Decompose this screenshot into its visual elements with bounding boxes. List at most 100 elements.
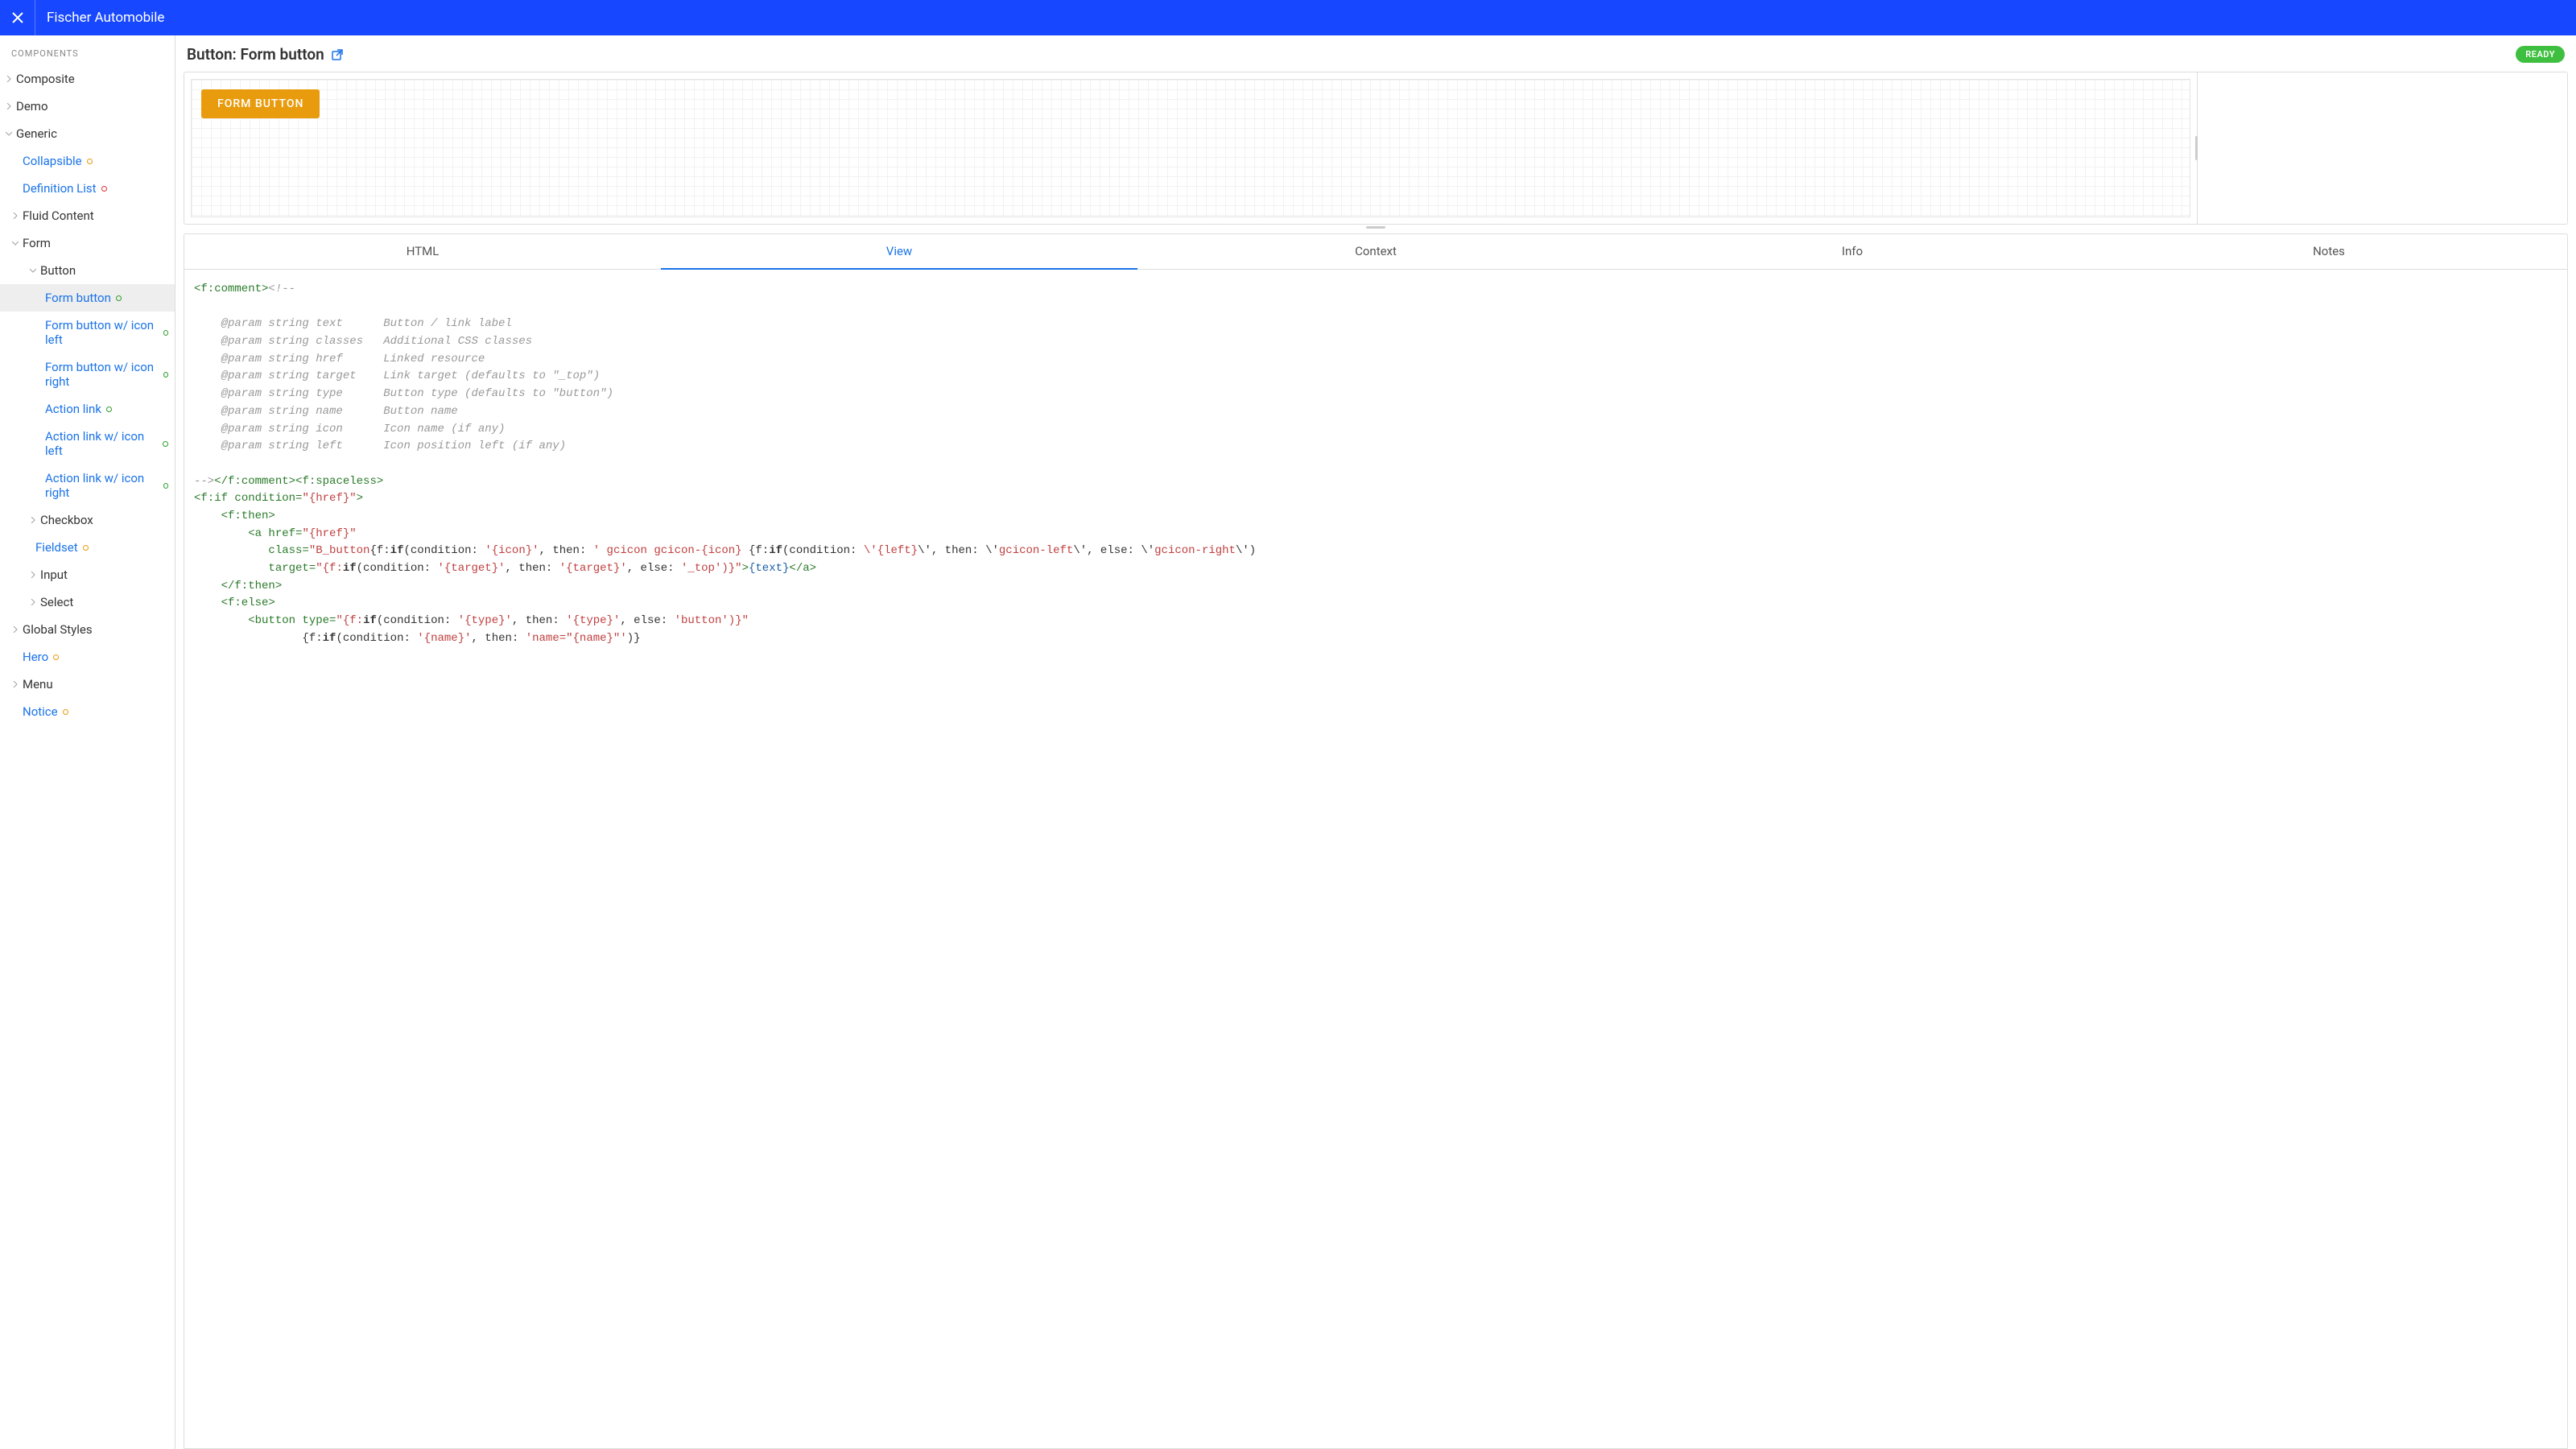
external-link-icon[interactable]: [331, 48, 344, 61]
status-dot-icon: [53, 654, 59, 660]
code-token: -->: [194, 475, 214, 488]
code-token: (condition:: [403, 544, 485, 557]
code-token: {text}: [749, 562, 789, 575]
sidebar-item-form[interactable]: Form: [0, 229, 175, 257]
code-token: @param string icon Icon name (if any): [194, 423, 505, 436]
sidebar-item-form-button[interactable]: Form button: [0, 284, 175, 312]
sidebar-item-label: Fieldset: [35, 540, 78, 555]
code-token: 'button': [675, 614, 729, 627]
sidebar-item-label: Composite: [16, 72, 75, 86]
tab-context[interactable]: Context: [1137, 234, 1614, 269]
code-token: <f:if: [194, 492, 228, 505]
sidebar-item-label: Button: [40, 263, 76, 278]
code-token: </f:comment>: [214, 475, 295, 488]
sidebar-item-generic[interactable]: Generic: [0, 120, 175, 147]
code-token: \'{left}: [864, 544, 918, 557]
chevron-down-icon: [5, 130, 13, 138]
code-token: "{href}": [302, 492, 356, 505]
sidebar-heading: COMPONENTS: [0, 35, 175, 65]
code-token: )}": [729, 614, 749, 627]
code-token: <button: [194, 614, 295, 627]
code-token: <f:then>: [194, 510, 275, 522]
status-dot-icon: [116, 295, 122, 301]
sidebar-item-notice[interactable]: Notice: [0, 698, 175, 725]
sidebar-item-label: Fluid Content: [23, 208, 94, 223]
code-pane[interactable]: <f:comment><!-- @param string text Butto…: [184, 270, 2567, 1448]
status-dot-icon: [163, 441, 168, 447]
code-token: '{name}': [417, 632, 471, 645]
code-token: (condition:: [357, 562, 438, 575]
app-title: Fischer Automobile: [35, 10, 164, 26]
sidebar-item-composite[interactable]: Composite: [0, 65, 175, 93]
sidebar-item-label: Form: [23, 236, 51, 250]
sidebar-item-label: Hero: [23, 650, 48, 664]
code-token: class=: [194, 544, 309, 557]
sidebar-item-fieldset[interactable]: Fieldset: [0, 534, 175, 561]
sidebar-item-collapsible[interactable]: Collapsible: [0, 147, 175, 175]
preview-panel: FORM BUTTON: [184, 72, 2568, 225]
sidebar-item-action-link-icon-left[interactable]: Action link w/ icon left: [0, 423, 175, 464]
sidebar-item-hero[interactable]: Hero: [0, 643, 175, 671]
code-token: @param string text Button / link label: [194, 317, 512, 330]
code-token: target=: [194, 562, 316, 575]
status-dot-icon: [87, 159, 93, 164]
code-token: @param string name Button name: [194, 405, 458, 418]
chevron-right-icon: [11, 212, 19, 220]
sidebar-item-label: Action link: [45, 402, 101, 416]
code-token: >: [357, 492, 363, 505]
code-token: "{f:: [316, 562, 343, 575]
code-token: @param string type Button type (defaults…: [194, 387, 613, 400]
sidebar-item-fluid-content[interactable]: Fluid Content: [0, 202, 175, 229]
sidebar-item-action-link-icon-right[interactable]: Action link w/ icon right: [0, 464, 175, 506]
resize-handle-vertical[interactable]: [2195, 136, 2198, 160]
code-token: if: [343, 562, 357, 575]
code-token: '{target}': [559, 562, 627, 575]
sidebar-item-checkbox[interactable]: Checkbox: [0, 506, 175, 534]
code-token: '{type}': [458, 614, 512, 627]
sidebar-item-form-button-icon-left[interactable]: Form button w/ icon left: [0, 312, 175, 353]
status-dot-icon: [63, 709, 68, 715]
close-button[interactable]: [0, 0, 35, 35]
code-token: "B_button: [309, 544, 370, 557]
resize-handle-horizontal[interactable]: [175, 225, 2576, 230]
chevron-right-icon: [5, 102, 13, 110]
status-dot-icon: [106, 407, 112, 412]
sidebar-item-action-link[interactable]: Action link: [0, 395, 175, 423]
chevron-down-icon: [11, 239, 19, 247]
sidebar-item-menu[interactable]: Menu: [0, 671, 175, 698]
sidebar-item-input[interactable]: Input: [0, 561, 175, 588]
code-token: <f:comment>: [194, 283, 268, 295]
tab-notes[interactable]: Notes: [2091, 234, 2567, 269]
code-token: , else:: [620, 614, 674, 627]
sidebar-item-label: Global Styles: [23, 622, 93, 637]
code-token: >: [742, 562, 749, 575]
sidebar-item-label: Form button w/ icon right: [45, 360, 159, 389]
tab-view[interactable]: View: [661, 234, 1137, 270]
tab-info[interactable]: Info: [1614, 234, 2091, 269]
code-token: <f:spaceless>: [295, 475, 383, 488]
preview-form-button[interactable]: FORM BUTTON: [201, 89, 320, 118]
sidebar-item-button[interactable]: Button: [0, 257, 175, 284]
code-token: , else:: [627, 562, 681, 575]
sidebar-item-label: Menu: [23, 677, 53, 691]
sidebar-item-global-styles[interactable]: Global Styles: [0, 616, 175, 643]
sidebar-item-select[interactable]: Select: [0, 588, 175, 616]
code-token: , then:: [472, 632, 526, 645]
code-token: {f:: [369, 544, 390, 557]
code-token: (condition:: [336, 632, 417, 645]
sidebar-item-form-button-icon-right[interactable]: Form button w/ icon right: [0, 353, 175, 395]
sidebar-item-label: Form button: [45, 291, 111, 305]
sidebar-item-demo[interactable]: Demo: [0, 93, 175, 120]
sidebar-item-definition-list[interactable]: Definition List: [0, 175, 175, 202]
code-token: )}: [627, 632, 641, 645]
sidebar: COMPONENTS Composite Demo Generic Collap…: [0, 35, 175, 1449]
code-token: </a>: [789, 562, 816, 575]
chevron-down-icon: [29, 266, 37, 275]
code-token: , then:: [512, 614, 566, 627]
code-token: @param string target Link target (defaul…: [194, 369, 600, 382]
chevron-right-icon: [5, 75, 13, 83]
tab-html[interactable]: HTML: [184, 234, 661, 269]
chevron-right-icon: [29, 571, 37, 579]
code-token: href=: [262, 527, 302, 540]
sidebar-item-label: Collapsible: [23, 154, 82, 168]
